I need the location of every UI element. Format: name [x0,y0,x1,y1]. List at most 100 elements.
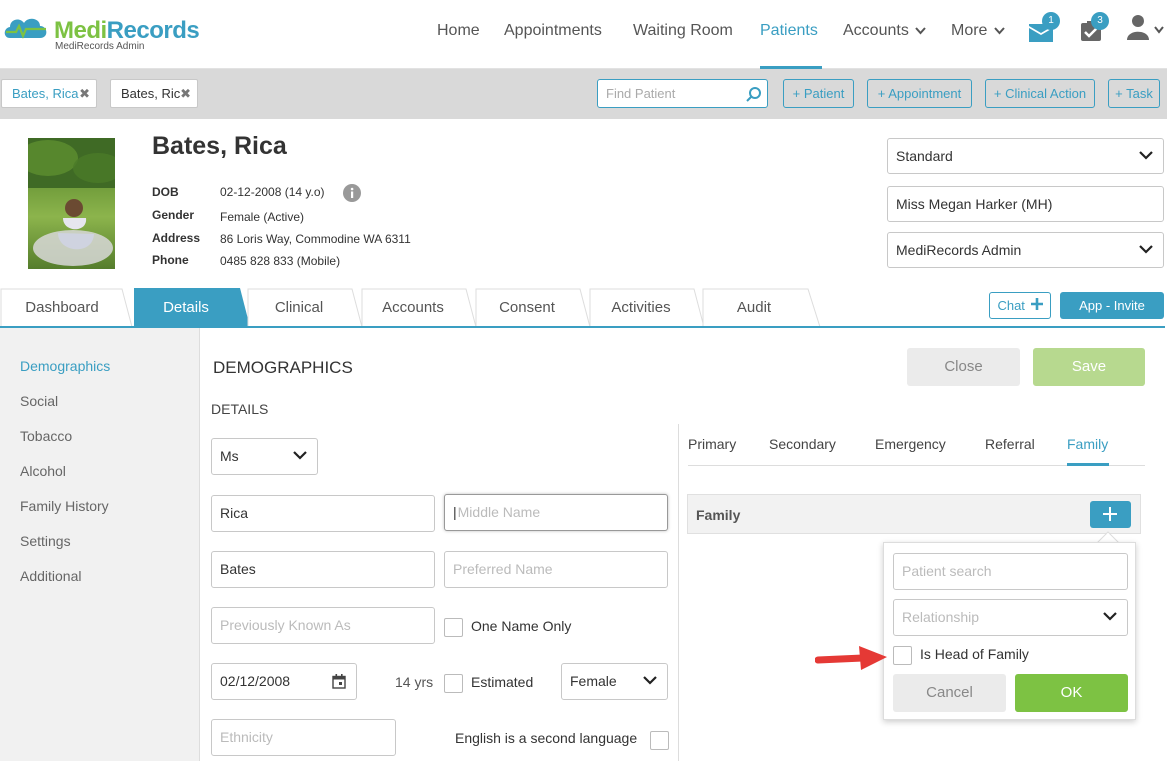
find-patient-input[interactable]: Find Patient [597,79,768,108]
patient-photo [28,138,115,269]
info-icon[interactable] [343,184,361,202]
patient-toolbar: Bates, Rica ✖ Bates, Ric ✖ Find Patient … [0,69,1167,119]
address-value: 86 Loris Way, Commodine WA 6311 [220,232,411,246]
contact-tab-emergency[interactable]: Emergency [875,436,946,452]
app-invite-button[interactable]: App - Invite [1060,292,1164,319]
tab-clinical[interactable]: Clinical [248,288,350,327]
chat-button[interactable]: Chat [989,292,1051,319]
add-appointment-button[interactable]: + Appointment [867,79,972,108]
chevron-down-icon [915,27,927,35]
dob-value: 02-12-2008 (14 y.o) [220,185,325,199]
contact-tab-primary[interactable]: Primary [688,436,736,452]
mail-button[interactable]: 1 [1028,12,1060,42]
logo-cloud-icon [4,18,47,39]
tab-accounts[interactable]: Accounts [362,288,464,327]
last-name-input[interactable]: Bates [211,551,435,588]
sidebar-item-tobacco[interactable]: Tobacco [20,428,72,444]
contact-tab-referral[interactable]: Referral [985,436,1035,452]
add-clinical-action-button[interactable]: + Clinical Action [985,79,1095,108]
user-icon [1127,15,1149,40]
dob-label: DOB [152,185,179,199]
nav-accounts[interactable]: Accounts [843,22,927,40]
one-name-only-label: One Name Only [471,618,572,634]
tab-audit[interactable]: Audit [703,288,805,327]
nav-appointments[interactable]: Appointments [504,22,602,40]
esl-label: English is a second language [455,730,638,746]
chevron-down-icon [1139,151,1153,160]
previously-known-as-input[interactable]: Previously Known As [211,607,435,644]
add-patient-button[interactable]: + Patient [783,79,854,108]
nav-home[interactable]: Home [437,22,480,40]
phone-value: 0485 828 833 (Mobile) [220,254,341,268]
chevron-down-icon [1139,245,1153,254]
add-family-button[interactable] [1090,501,1131,528]
billing-type-value: Standard [896,148,953,164]
gender-value: Female (Active) [220,210,305,224]
patient-tab-active[interactable]: Bates, Rica ✖ [1,79,97,108]
title-value: Ms [220,448,239,464]
patient-name: Bates, Rica [152,132,287,160]
nav-more[interactable]: More [951,22,1005,40]
close-icon[interactable]: ✖ [180,80,191,107]
tasks-button[interactable]: 3 [1080,12,1109,42]
practitioner-field[interactable]: Miss Megan Harker (MH) [887,186,1164,222]
user-menu[interactable] [1127,14,1165,42]
phone-label: Phone [152,253,189,267]
nav-accounts-label: Accounts [843,22,909,39]
mail-count-badge: 1 [1042,12,1060,30]
head-of-family-label: Is Head of Family [920,646,1029,662]
family-header-label: Family [696,507,741,523]
close-button[interactable]: Close [907,348,1020,386]
details-sidebar: Demographics Social Tobacco Alcohol Fami… [0,328,200,761]
middle-name-input[interactable]: |Middle Name [444,494,668,531]
patient-tab-label: Bates, Ric [121,86,181,101]
arrow-annotation [815,646,887,670]
family-panel-header: Family [687,494,1141,534]
esl-checkbox[interactable] [650,731,669,750]
tab-consent[interactable]: Consent [476,288,578,327]
save-button[interactable]: Save [1033,348,1145,386]
nav-waiting-room[interactable]: Waiting Room [633,22,733,40]
add-task-button[interactable]: + Task [1108,79,1160,108]
chevron-down-icon [643,676,657,685]
dob-input[interactable]: 02/12/2008 [211,663,357,700]
patient-tab-label: Bates, Rica [12,86,79,101]
billing-type-select[interactable]: Standard [887,138,1164,174]
chevron-down-icon [293,451,307,460]
nav-patients[interactable]: Patients [760,22,818,40]
tab-dashboard[interactable]: Dashboard [0,288,124,327]
patient-tab[interactable]: Bates, Ric ✖ [110,79,198,108]
calendar-icon[interactable] [332,674,346,689]
brand-subtitle: MediRecords Admin [55,41,145,52]
plus-icon [1103,507,1117,521]
title-select[interactable]: Ms [211,438,318,475]
age-display: 14 yrs [395,674,434,690]
contact-tab-secondary[interactable]: Secondary [769,436,836,452]
preferred-name-input[interactable]: Preferred Name [444,551,668,588]
sidebar-item-settings[interactable]: Settings [20,533,71,549]
search-icon[interactable] [746,86,762,102]
sidebar-item-family-history[interactable]: Family History [20,498,109,514]
sidebar-item-demographics[interactable]: Demographics [20,358,110,374]
one-name-only-checkbox[interactable] [444,618,463,637]
tab-activities[interactable]: Activities [590,288,692,327]
close-icon[interactable]: ✖ [79,80,90,107]
head-of-family-checkbox[interactable] [893,646,912,665]
patient-search-input[interactable]: Patient search [893,553,1128,590]
chevron-down-icon [1154,26,1164,34]
gender-select[interactable]: Female [561,663,668,700]
ethnicity-input[interactable]: Ethnicity [211,719,396,756]
relationship-select[interactable]: Relationship [893,599,1128,636]
cancel-button[interactable]: Cancel [893,674,1006,712]
sidebar-item-additional[interactable]: Additional [20,568,82,584]
sidebar-item-alcohol[interactable]: Alcohol [20,463,66,479]
first-name-input[interactable]: Rica [211,495,435,532]
relationship-placeholder: Relationship [902,609,980,625]
estimated-checkbox[interactable] [444,674,463,693]
ok-button[interactable]: OK [1015,674,1128,712]
location-select[interactable]: MediRecords Admin [887,232,1164,268]
section-title: DEMOGRAPHICS [213,358,353,377]
sidebar-item-social[interactable]: Social [20,393,58,409]
tab-details[interactable]: Details [134,288,238,327]
contact-tab-family[interactable]: Family [1067,436,1108,452]
